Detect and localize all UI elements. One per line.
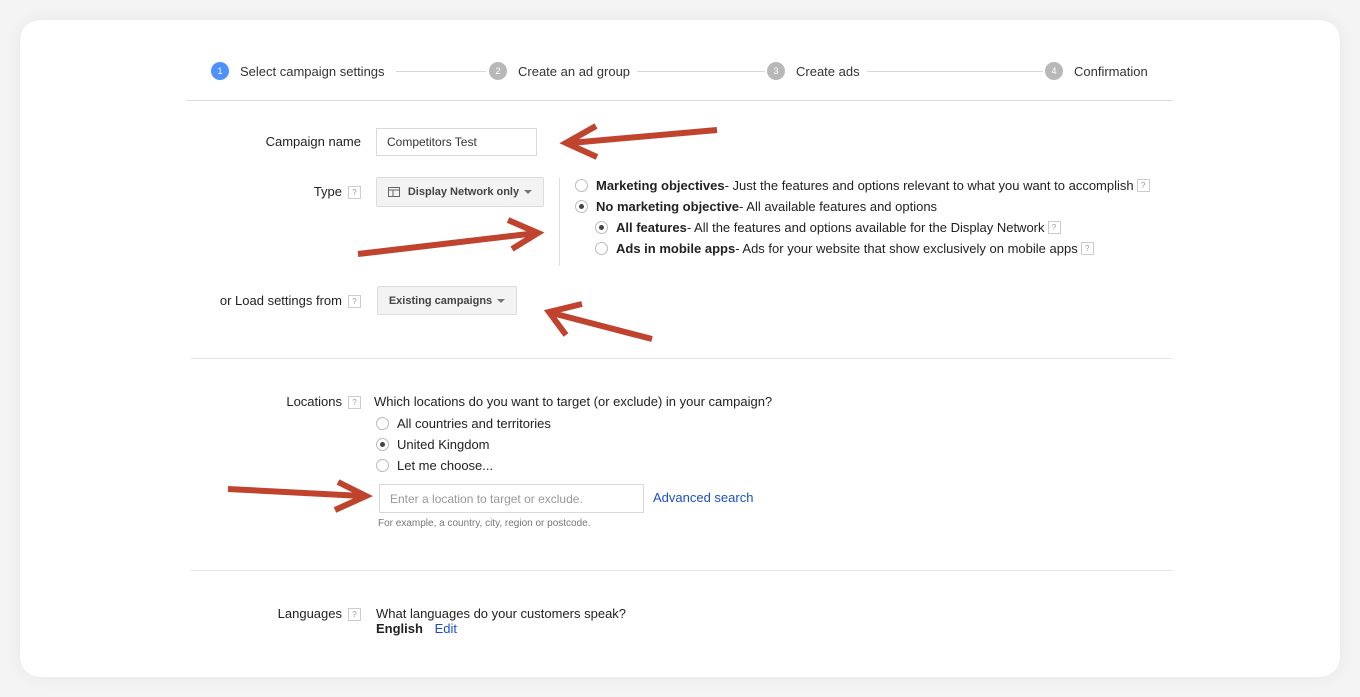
step-number: 3 (767, 62, 785, 80)
step-label: Select campaign settings (240, 63, 385, 79)
radio-let-me-choose[interactable]: Let me choose... (376, 458, 493, 473)
radio-button[interactable] (575, 179, 588, 192)
step-confirmation: 4 Confirmation (1045, 62, 1148, 80)
step-connector (867, 71, 1043, 72)
step-connector (637, 71, 765, 72)
step-create-ad-group: 2 Create an ad group (489, 62, 630, 80)
help-icon[interactable]: ? (1080, 242, 1094, 255)
radio-button[interactable] (595, 242, 608, 255)
help-icon[interactable]: ? (348, 186, 361, 200)
help-icon[interactable]: ? (1136, 179, 1150, 192)
radio-button[interactable] (376, 438, 389, 451)
option-desc: - All the features and options available… (686, 220, 1045, 235)
step-number: 2 (489, 62, 507, 80)
option-desc: - All available features and options (739, 199, 938, 214)
step-number: 4 (1045, 62, 1063, 80)
step-create-ads: 3 Create ads (767, 62, 860, 80)
radio-button[interactable] (376, 417, 389, 430)
languages-question: What languages do your customers speak? (376, 606, 627, 621)
page-card (20, 20, 1340, 677)
radio-button[interactable] (595, 221, 608, 234)
option-title: Ads in mobile apps (616, 241, 736, 256)
section-divider (191, 358, 1173, 359)
radio-marketing-objectives[interactable]: Marketing objectives - Just the features… (575, 178, 1150, 193)
type-options-divider (559, 178, 560, 266)
campaign-type-dropdown-label: Display Network only (407, 186, 520, 198)
step-connector (396, 71, 486, 72)
help-icon[interactable]: ? (348, 295, 361, 309)
locations-label: Locations? (200, 394, 361, 410)
option-label: Let me choose... (397, 458, 494, 473)
locations-label-text: Locations (286, 394, 342, 409)
option-title: All features (616, 220, 687, 235)
radio-united-kingdom[interactable]: United Kingdom (376, 437, 490, 452)
option-desc: - Ads for your website that show exclusi… (735, 241, 1078, 256)
load-settings-label: or Load settings from? (150, 293, 361, 309)
section-divider (191, 570, 1173, 571)
campaign-type-dropdown[interactable]: Display Network only (376, 177, 544, 207)
radio-no-marketing-objective[interactable]: No marketing objective - All available f… (575, 199, 937, 214)
advanced-search-link[interactable]: Advanced search (653, 490, 753, 505)
step-number: 1 (211, 62, 229, 80)
radio-all-features[interactable]: All features - All the features and opti… (595, 220, 1061, 235)
languages-label-text: Languages (277, 606, 342, 621)
step-label: Create ads (796, 63, 860, 79)
radio-all-countries[interactable]: All countries and territories (376, 416, 551, 431)
option-label: All countries and territories (397, 416, 551, 431)
option-desc: - Just the features and options relevant… (724, 178, 1134, 193)
existing-campaigns-label: Existing campaigns (388, 294, 493, 307)
existing-campaigns-dropdown[interactable]: Existing campaigns (377, 286, 517, 315)
location-hint: For example, a country, city, region or … (378, 518, 591, 529)
radio-ads-in-mobile-apps[interactable]: Ads in mobile apps - Ads for your websit… (595, 241, 1094, 256)
type-label: Type? (200, 184, 361, 200)
step-label: Confirmation (1074, 63, 1148, 79)
help-icon[interactable]: ? (348, 396, 361, 410)
campaign-name-input[interactable]: Competitors Test (376, 128, 537, 156)
campaign-name-label: Campaign name (265, 134, 361, 149)
help-icon[interactable]: ? (348, 608, 361, 622)
stepper-divider (186, 100, 1173, 101)
chevron-down-icon (524, 190, 533, 194)
languages-label: Languages? (200, 606, 361, 622)
load-settings-label-text: or Load settings from (219, 293, 342, 308)
display-network-icon (387, 187, 400, 197)
locations-question: Which locations do you want to target (o… (374, 394, 773, 409)
radio-button[interactable] (575, 200, 588, 213)
chevron-down-icon (497, 298, 506, 303)
option-title: No marketing objective (596, 199, 740, 214)
type-label-text: Type (313, 184, 342, 199)
option-label: United Kingdom (397, 437, 490, 452)
step-select-campaign-settings: 1 Select campaign settings (211, 62, 385, 80)
selected-language: English (376, 621, 423, 636)
location-search-input[interactable]: Enter a location to target or exclude. (379, 484, 644, 513)
edit-languages-link[interactable]: Edit (435, 621, 457, 636)
radio-button[interactable] (376, 459, 389, 472)
help-icon[interactable]: ? (1047, 221, 1061, 234)
option-title: Marketing objectives (596, 178, 725, 193)
step-label: Create an ad group (518, 63, 631, 79)
languages-value-row: English Edit (376, 621, 457, 636)
